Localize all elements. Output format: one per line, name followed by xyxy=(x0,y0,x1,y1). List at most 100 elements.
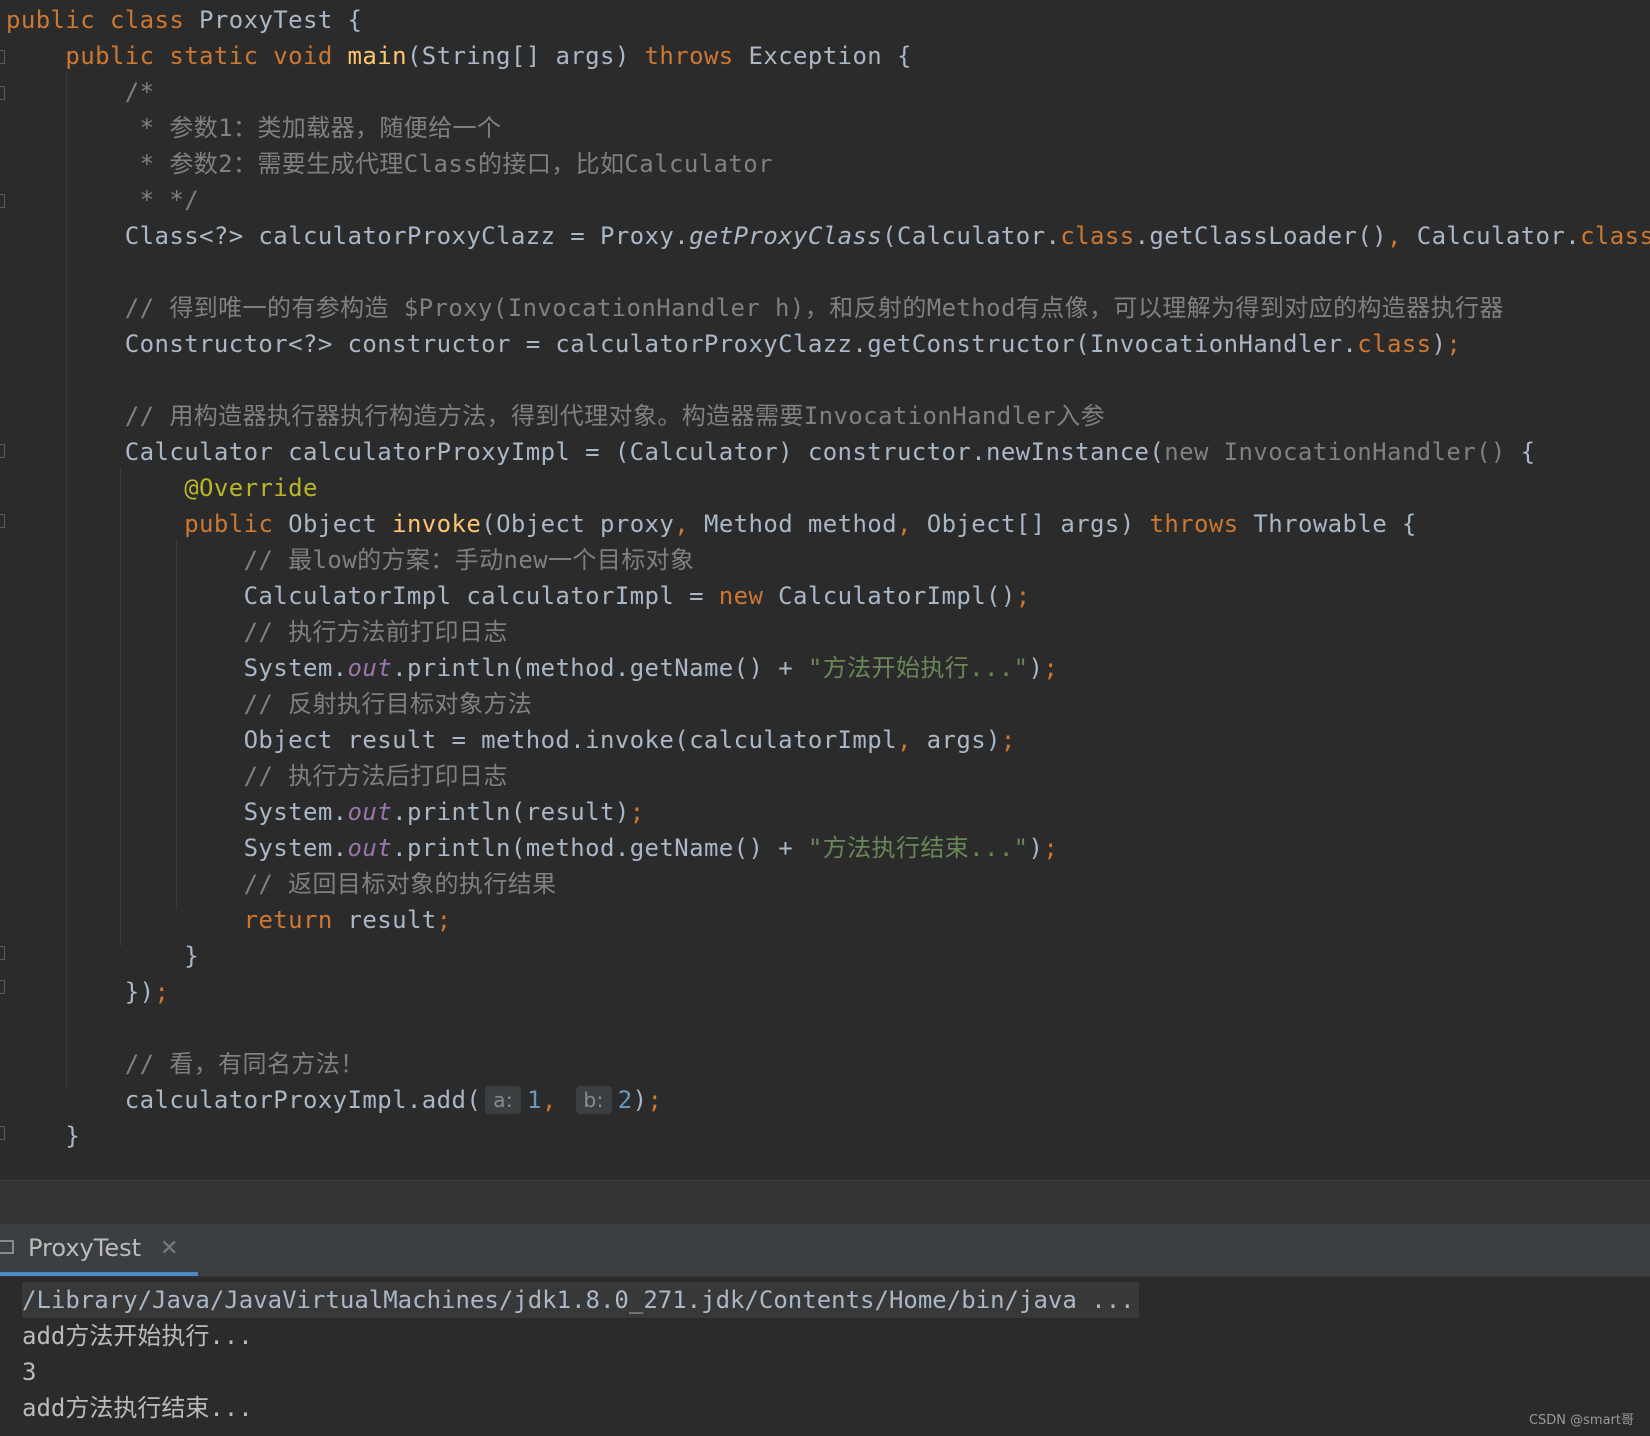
code-token: throws xyxy=(1149,510,1254,538)
code-line[interactable]: }); xyxy=(6,974,169,1010)
run-tab-bar: ProxyTest ✕ xyxy=(0,1224,1650,1277)
code-token: // 执行方法前打印日志 xyxy=(6,618,508,646)
code-token: } xyxy=(6,1122,81,1150)
code-token: 1 xyxy=(526,1086,542,1114)
run-panel: ProxyTest ✕ /Library/Java/JavaVirtualMac… xyxy=(0,1224,1650,1436)
code-line[interactable]: Calculator calculatorProxyImpl = (Calcul… xyxy=(6,434,1536,470)
code-line[interactable]: } xyxy=(6,1118,80,1154)
code-line[interactable]: calculatorProxyImpl.add(a: 1, b: 2); xyxy=(6,1082,662,1118)
code-token: Method method xyxy=(703,510,898,538)
console-command-line: /Library/Java/JavaVirtualMachines/jdk1.8… xyxy=(22,1282,1139,1318)
code-token: // 反射执行目标对象方法 xyxy=(6,690,533,718)
fold-marker-icon[interactable] xyxy=(0,1126,5,1140)
code-token: public xyxy=(184,510,289,538)
code-token: Calculator calculatorProxyImpl = (Calcul… xyxy=(6,438,1165,466)
code-token: System. xyxy=(6,654,348,682)
tab-proxytest[interactable]: ProxyTest ✕ xyxy=(0,1224,198,1276)
code-token: ProxyTest { xyxy=(199,6,363,34)
code-token: 2 xyxy=(617,1086,633,1114)
code-token: ; xyxy=(1446,330,1462,358)
code-token: invoke xyxy=(392,510,482,538)
code-token: // 执行方法后打印日志 xyxy=(6,762,508,790)
console-output-line: add方法开始执行... xyxy=(22,1322,253,1350)
code-line[interactable]: * 参数2：需要生成代理Class的接口，比如Calculator xyxy=(6,146,773,182)
code-line[interactable]: System.out.println(method.getName() + "方… xyxy=(6,650,1058,686)
code-line[interactable]: /* xyxy=(6,74,155,110)
fold-marker-icon[interactable] xyxy=(0,946,5,960)
code-line[interactable]: // 得到唯一的有参构造 $Proxy(InvocationHandler h)… xyxy=(6,290,1504,326)
code-token: ; xyxy=(1000,726,1016,754)
code-line[interactable]: // 看，有同名方法！ xyxy=(6,1046,365,1082)
code-token: System. xyxy=(6,798,348,826)
code-token: ) xyxy=(1431,330,1447,358)
code-token: public class xyxy=(6,6,200,34)
code-token: ; xyxy=(647,1086,663,1114)
fold-marker-icon[interactable] xyxy=(0,194,5,208)
code-line[interactable]: public class ProxyTest { xyxy=(6,2,362,38)
code-token: ; xyxy=(629,798,645,826)
code-token: * */ xyxy=(6,186,200,214)
code-token: class xyxy=(1580,222,1650,250)
code-token: out xyxy=(347,834,393,862)
code-token: main xyxy=(347,42,407,70)
code-token: Throwable { xyxy=(1253,510,1417,538)
code-line[interactable]: return result; xyxy=(6,902,452,938)
code-token: ) xyxy=(1028,654,1044,682)
code-token: * 参数2：需要生成代理Class的接口，比如Calculator xyxy=(6,150,773,178)
code-line[interactable]: public static void main(String[] args) t… xyxy=(6,38,912,74)
fold-marker-icon[interactable] xyxy=(0,50,5,64)
code-token: ) xyxy=(632,1086,648,1114)
code-line[interactable]: @Override xyxy=(6,470,318,506)
code-token: result xyxy=(347,906,437,934)
code-line[interactable]: System.out.println(result); xyxy=(6,794,645,830)
code-token: , xyxy=(674,510,704,538)
panel-divider[interactable] xyxy=(0,1180,1650,1225)
fold-marker-icon[interactable] xyxy=(0,980,5,994)
code-line[interactable]: * 参数1：类加载器，随便给一个 xyxy=(6,110,501,146)
code-editor[interactable]: public class ProxyTest { public static v… xyxy=(0,0,1650,1180)
code-token: Object[] args) xyxy=(926,510,1150,538)
code-token: Class<?> calculatorProxyClazz = Proxy. xyxy=(6,222,690,250)
code-line[interactable]: System.out.println(method.getName() + "方… xyxy=(6,830,1058,866)
close-icon[interactable]: ✕ xyxy=(160,1236,178,1261)
code-line[interactable]: // 最low的方案：手动new一个目标对象 xyxy=(6,542,694,578)
console-output-line: add方法执行结束... xyxy=(22,1394,253,1422)
code-line[interactable]: Class<?> calculatorProxyClazz = Proxy.ge… xyxy=(6,218,1650,254)
code-line[interactable]: // 反射执行目标对象方法 xyxy=(6,686,532,722)
code-token: , xyxy=(897,510,927,538)
code-token: ; xyxy=(436,906,452,934)
code-token: ; xyxy=(1043,654,1059,682)
code-line[interactable]: // 执行方法后打印日志 xyxy=(6,758,508,794)
code-token: }) xyxy=(6,978,155,1006)
fold-marker-icon[interactable] xyxy=(0,514,5,528)
code-line[interactable]: // 返回目标对象的执行结果 xyxy=(6,866,557,902)
fold-marker-icon[interactable] xyxy=(0,86,5,100)
code-line[interactable]: // 用构造器执行器执行构造方法，得到代理对象。构造器需要InvocationH… xyxy=(6,398,1105,434)
tab-label: ProxyTest xyxy=(28,1234,142,1262)
code-token: { xyxy=(1505,438,1536,466)
code-token: ; xyxy=(154,978,170,1006)
code-token: ; xyxy=(1015,582,1031,610)
code-token: // 最low的方案：手动new一个目标对象 xyxy=(6,546,695,574)
code-token: return xyxy=(243,906,348,934)
code-line[interactable]: CalculatorImpl calculatorImpl = new Calc… xyxy=(6,578,1031,614)
code-token: public static void xyxy=(65,42,348,70)
code-token: .println(result) xyxy=(392,798,630,826)
code-token: /* xyxy=(6,78,155,106)
code-line[interactable]: Constructor<?> constructor = calculatorP… xyxy=(6,326,1461,362)
code-line[interactable]: Object result = method.invoke(calculator… xyxy=(6,722,1016,758)
code-line[interactable]: * */ xyxy=(6,182,199,218)
code-token: * 参数1：类加载器，随便给一个 xyxy=(6,114,502,142)
code-token: CalculatorImpl() xyxy=(778,582,1016,610)
code-token: // 得到唯一的有参构造 $Proxy(InvocationHandler h)… xyxy=(6,294,1504,322)
code-token: // 看，有同名方法！ xyxy=(6,1050,365,1078)
code-line[interactable]: // 执行方法前打印日志 xyxy=(6,614,508,650)
code-token: getProxyClass xyxy=(689,222,883,250)
code-token: args) xyxy=(926,726,1001,754)
code-token: class xyxy=(1357,330,1432,358)
code-line[interactable]: public Object invoke(Object proxy, Metho… xyxy=(6,506,1417,542)
code-line[interactable]: } xyxy=(6,938,199,974)
fold-marker-icon[interactable] xyxy=(0,444,5,458)
code-token: , xyxy=(896,726,927,754)
